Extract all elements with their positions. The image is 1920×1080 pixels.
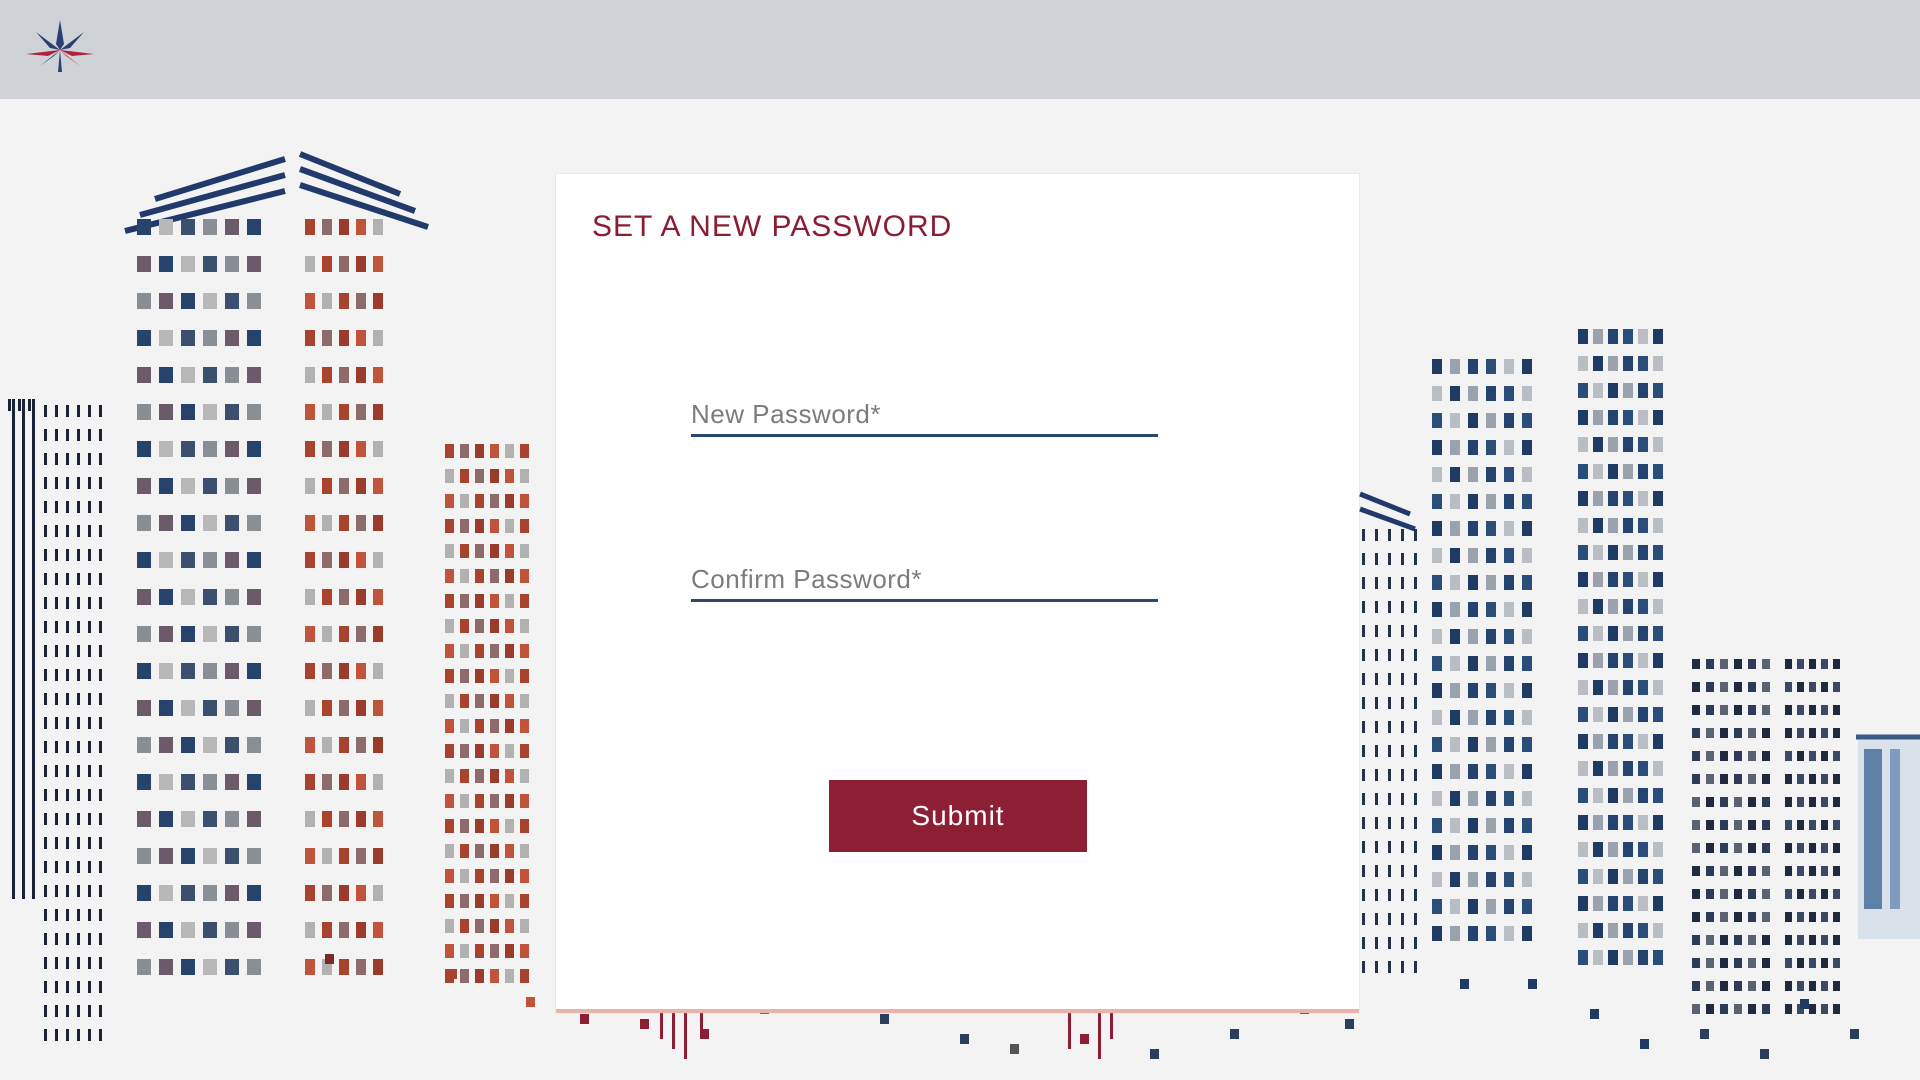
confirm-password-input[interactable] bbox=[691, 559, 1158, 599]
password-card: SET A NEW PASSWORD Submit bbox=[556, 174, 1359, 1013]
top-bar bbox=[0, 0, 1920, 99]
page-title: SET A NEW PASSWORD bbox=[592, 210, 953, 243]
logo-icon[interactable] bbox=[24, 16, 96, 76]
confirm-password-field-wrapper bbox=[691, 559, 1158, 602]
new-password-field-wrapper bbox=[691, 394, 1158, 437]
submit-button[interactable]: Submit bbox=[829, 780, 1087, 852]
new-password-input[interactable] bbox=[691, 394, 1158, 434]
